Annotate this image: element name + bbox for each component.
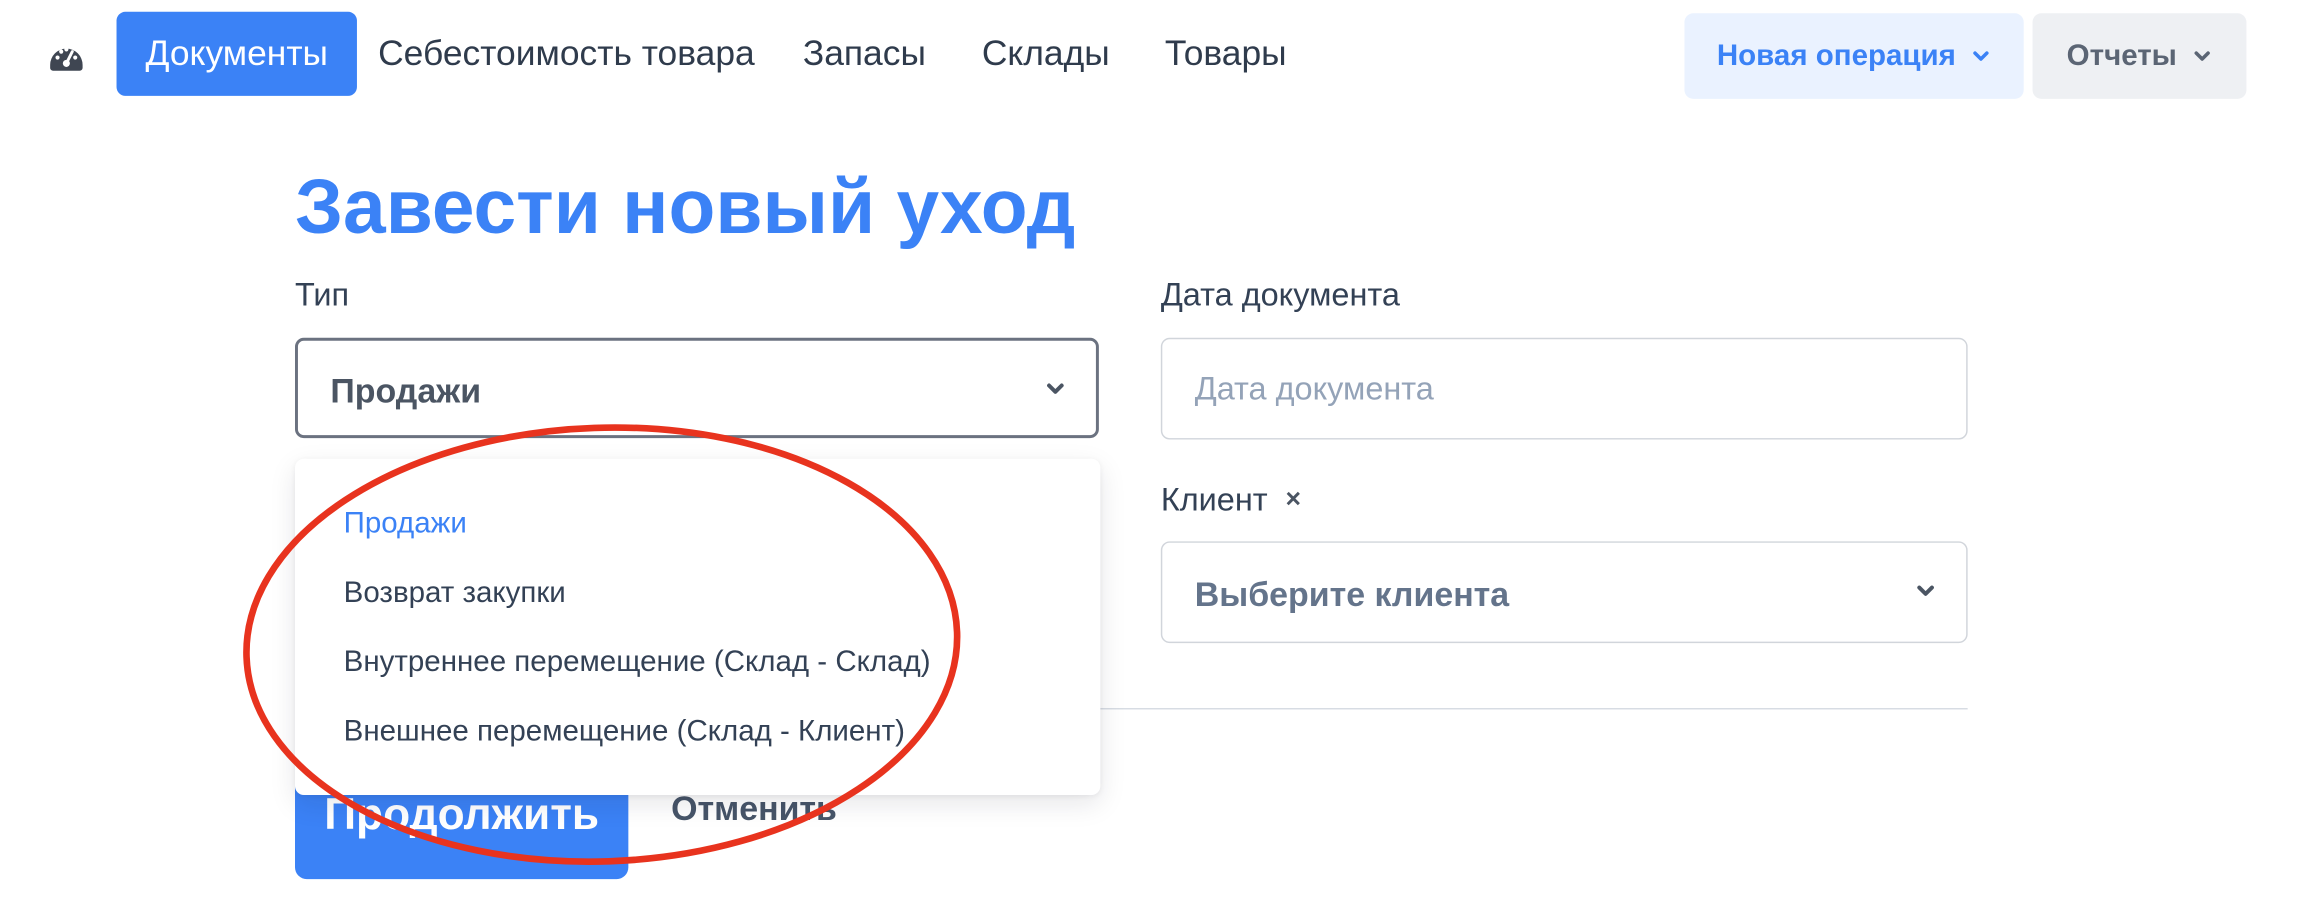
top-navigation-bar: Документы Себестоимость товара Запасы Ск…: [0, 0, 2301, 111]
nav-products[interactable]: Товары: [1165, 12, 1287, 96]
page-title: Завести новый уход: [295, 165, 1076, 251]
type-dropdown-menu: Продажи Возврат закупки Внутреннее перем…: [295, 458, 1101, 796]
dropdown-option-sales[interactable]: Продажи: [344, 507, 467, 541]
dashboard-speedometer-icon[interactable]: [46, 35, 87, 76]
cancel-button[interactable]: Отменить: [671, 789, 837, 829]
client-label-row: Клиент ×: [1161, 481, 1301, 519]
screenshot-canvas: Документы Себестоимость товара Запасы Ск…: [0, 0, 2302, 914]
chevron-down-icon: [1973, 51, 1989, 61]
reports-label: Отчеты: [2066, 39, 2177, 72]
close-icon[interactable]: ×: [1286, 484, 1302, 515]
type-select-value: Продажи: [330, 371, 482, 411]
dropdown-option-purchase-return[interactable]: Возврат закупки: [344, 577, 566, 611]
app-frame: Документы Себестоимость товара Запасы Ск…: [0, 0, 2301, 914]
document-date-input[interactable]: [1160, 337, 1968, 440]
chevron-down-icon: [2194, 51, 2210, 61]
nav-stock[interactable]: Запасы: [803, 12, 926, 96]
type-select[interactable]: Продажи: [295, 337, 1099, 439]
date-label: Дата документа: [1160, 275, 1400, 313]
dropdown-option-external-transfer[interactable]: Внешнее перемещение (Склад - Клиент): [344, 715, 905, 749]
nav-documents[interactable]: Документы: [116, 11, 357, 96]
new-operation-button[interactable]: Новая операция: [1684, 13, 2024, 99]
type-label: Тип: [295, 275, 350, 313]
chevron-down-icon: [1917, 585, 1934, 596]
client-select[interactable]: Выберите клиента: [1160, 541, 1968, 644]
dropdown-option-internal-transfer[interactable]: Внутреннее перемещение (Склад - Склад): [344, 646, 931, 680]
client-label: Клиент: [1160, 480, 1268, 518]
chevron-down-icon: [1047, 383, 1064, 394]
new-operation-label: Новая операция: [1716, 39, 1956, 72]
client-select-placeholder: Выберите клиента: [1194, 575, 1510, 614]
nav-cost-of-goods[interactable]: Себестоимость товара: [378, 12, 755, 96]
nav-warehouses[interactable]: Склады: [982, 12, 1110, 96]
reports-button[interactable]: Отчеты: [2032, 13, 2247, 99]
